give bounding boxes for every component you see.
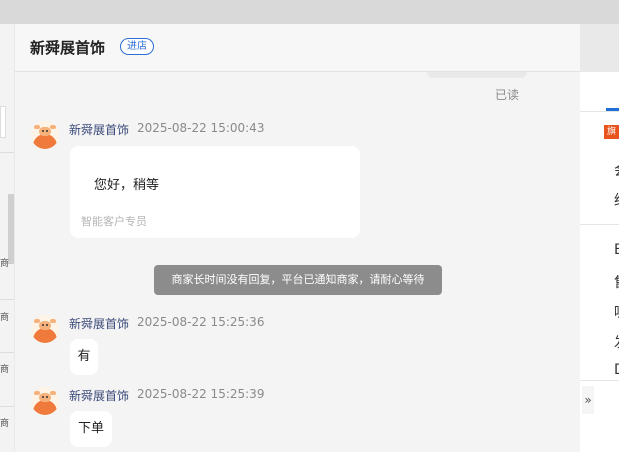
divider xyxy=(580,224,619,225)
system-notice: 商家长时间没有回复，平台已通知商家，请耐心等待 xyxy=(154,265,442,295)
double-chevron-right-icon[interactable]: » xyxy=(582,386,594,414)
agent-signature: 智能客户专员 xyxy=(81,215,147,228)
divider xyxy=(0,352,14,353)
right-panel-text: 经 xyxy=(614,190,619,210)
message-bubble: 您好，稍等 智能客户专员 xyxy=(70,146,360,238)
enter-shop-button[interactable]: 进店 xyxy=(120,38,154,55)
right-panel-text: D xyxy=(614,362,619,378)
sender-name: 新舜展首饰 xyxy=(69,317,130,331)
divider xyxy=(0,406,14,407)
left-item-text: 商 xyxy=(0,365,10,375)
shop-avatar xyxy=(31,315,59,343)
message-bubble: 下单 xyxy=(70,411,112,447)
sender-name: 新舜展首饰 xyxy=(69,123,130,137)
message-time: 2025-08-22 15:25:36 xyxy=(137,315,265,329)
left-item-text: 商 xyxy=(0,259,10,269)
divider xyxy=(580,111,619,112)
right-panel-text: 呢 xyxy=(614,302,619,322)
divider xyxy=(580,380,619,381)
message-text: 有 xyxy=(77,349,91,364)
background-left-panel: 商 商 商 商 xyxy=(0,24,14,452)
background-scrollbar xyxy=(8,194,14,264)
left-item-text: 商 xyxy=(0,313,10,323)
shop-avatar xyxy=(31,121,59,149)
sender-name: 新舜展首饰 xyxy=(69,389,130,403)
message-text: 下单 xyxy=(77,421,104,436)
store-badge: 旗 xyxy=(604,125,619,139)
background-input-box xyxy=(0,106,6,138)
background-top-band xyxy=(0,0,619,24)
divider xyxy=(0,152,14,153)
message-time: 2025-08-22 15:25:39 xyxy=(137,387,265,401)
right-panel-text: 售 xyxy=(614,272,619,292)
background-right-panel: 旗 会 经 E 售 呢 发 D » xyxy=(580,72,619,452)
message-text: 您好，稍等 xyxy=(94,178,160,193)
chat-header: 新舜展首饰 进店 xyxy=(15,24,580,72)
message-time: 2025-08-22 15:00:43 xyxy=(137,121,265,135)
previous-message-bubble xyxy=(427,72,527,78)
left-item-text: 商 xyxy=(0,419,10,429)
right-panel-text: E xyxy=(614,242,619,258)
shop-avatar xyxy=(31,387,59,415)
message-bubble: 有 xyxy=(70,339,98,375)
chat-window: 新舜展首饰 进店 已读 新舜展首饰 2025-08-22 15:00:43 您好… xyxy=(15,24,580,452)
divider xyxy=(0,299,14,300)
right-panel-text: 会 xyxy=(614,160,619,180)
shop-name: 新舜展首饰 xyxy=(30,39,106,57)
read-status: 已读 xyxy=(495,88,520,102)
right-panel-text: 发 xyxy=(614,332,619,352)
